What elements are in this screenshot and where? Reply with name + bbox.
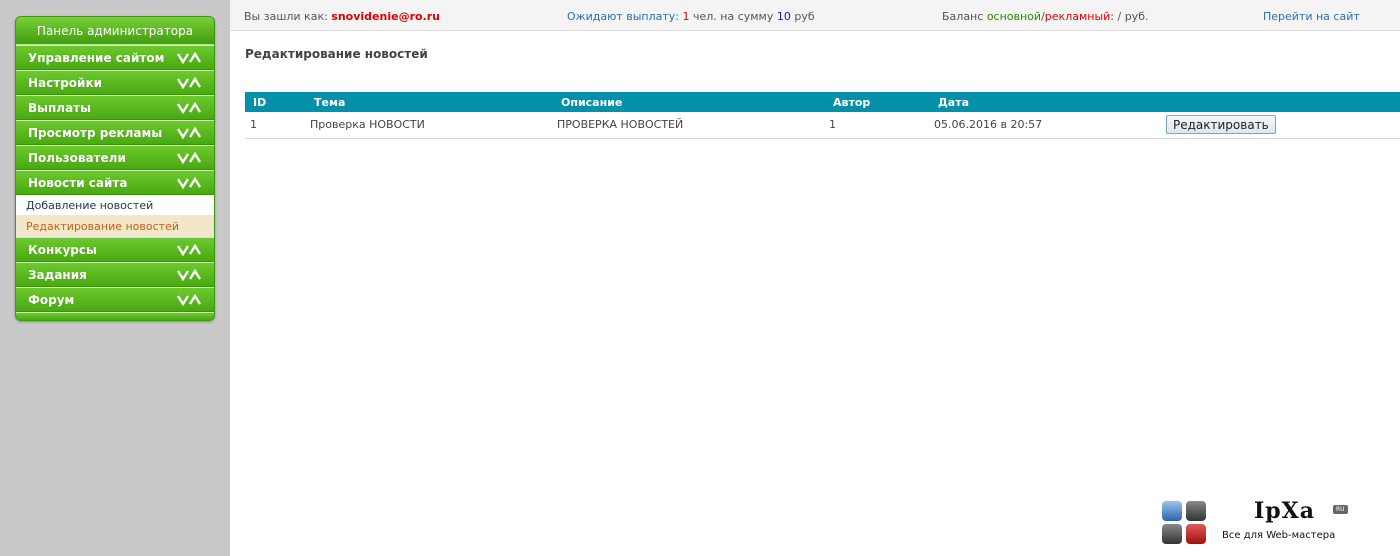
pending-payouts-sum: 10 — [776, 10, 791, 23]
menu-item-label: Управление сайтом — [28, 51, 165, 65]
column-header-topic: Тема — [310, 92, 557, 112]
logged-in-label: Вы зашли как: — [244, 10, 328, 23]
expand-collapse-icon — [177, 171, 201, 195]
ipxa-watermark: IpXa RU Все для Web-мастера — [1160, 498, 1360, 548]
logo-square-icon — [1186, 501, 1206, 521]
cell-description: ПРОВЕРКА НОВОСТЕЙ — [557, 112, 829, 139]
page-title: Редактирование новостей — [245, 47, 428, 61]
top-status-bar: Вы зашли как: snovidenie@ro.ru Ожидают в… — [230, 0, 1400, 31]
cell-topic: Проверка НОВОСТИ — [310, 112, 557, 139]
menu-item-label: Настройки — [28, 76, 103, 90]
menu-item-label: Пользователи — [28, 151, 126, 165]
edit-button[interactable]: Редактировать — [1166, 115, 1276, 135]
cell-id: 1 — [245, 112, 310, 139]
menu-item-forum[interactable]: Форум — [16, 287, 214, 312]
watermark-brand: IpXa — [1254, 498, 1315, 524]
watermark-badge: RU — [1333, 505, 1348, 514]
logo-square-icon — [1162, 524, 1182, 544]
column-header-date: Дата — [934, 92, 1166, 112]
balance-value: / руб. — [1114, 10, 1149, 23]
table-header-row: ID Тема Описание Автор Дата — [245, 92, 1400, 112]
expand-collapse-icon — [177, 288, 201, 312]
news-table: ID Тема Описание Автор Дата 1 Проверка Н… — [245, 92, 1400, 139]
menu-item-payouts[interactable]: Выплаты — [16, 95, 214, 120]
balance-main-label: основной — [986, 10, 1042, 23]
admin-panel-title: Панель администратора — [16, 17, 214, 45]
logo-square-icon — [1162, 501, 1182, 521]
logged-in-user: snovidenie@ro.ru — [331, 10, 440, 23]
go-to-site-link[interactable]: Перейти на сайт — [1263, 10, 1360, 23]
menu-item-users[interactable]: Пользователи — [16, 145, 214, 170]
expand-collapse-icon — [177, 96, 201, 120]
cell-author: 1 — [829, 112, 934, 139]
expand-collapse-icon — [177, 238, 201, 262]
column-header-description: Описание — [557, 92, 829, 112]
submenu-item-edit-news[interactable]: Редактирование новостей — [16, 216, 214, 237]
pending-payouts-count: 1 — [682, 10, 690, 23]
column-header-id: ID — [245, 92, 310, 112]
menu-item-site-management[interactable]: Управление сайтом — [16, 45, 214, 70]
column-header-action — [1166, 92, 1400, 112]
balance-label: Баланс — [942, 10, 984, 23]
watermark-tagline: Все для Web-мастера — [1222, 530, 1336, 541]
menu-item-label: Конкурсы — [28, 243, 97, 257]
expand-collapse-icon — [177, 263, 201, 287]
menu-item-label: Форум — [28, 293, 75, 307]
admin-panel-footer — [16, 312, 214, 320]
pending-payouts-text: чел. на сумму — [692, 10, 774, 23]
menu-item-label: Выплаты — [28, 101, 91, 115]
cell-date: 05.06.2016 в 20:57 — [934, 112, 1166, 139]
menu-item-label: Просмотр рекламы — [28, 126, 163, 140]
menu-item-site-news[interactable]: Новости сайта — [16, 170, 214, 195]
pending-payouts-label: Ожидают выплату: — [567, 10, 679, 23]
news-submenu: Добавление новостей Редактирование новос… — [16, 195, 214, 237]
menu-item-ad-views[interactable]: Просмотр рекламы — [16, 120, 214, 145]
menu-item-tasks[interactable]: Задания — [16, 262, 214, 287]
admin-panel-menu: Панель администратора Управление сайтом … — [15, 16, 215, 321]
menu-item-contests[interactable]: Конкурсы — [16, 237, 214, 262]
pending-payouts-info: Ожидают выплату: 1 чел. на сумму 10 руб — [567, 10, 815, 23]
pending-payouts-currency: руб — [794, 10, 815, 23]
menu-item-settings[interactable]: Настройки — [16, 70, 214, 95]
expand-collapse-icon — [177, 121, 201, 145]
table-row: 1 Проверка НОВОСТИ ПРОВЕРКА НОВОСТЕЙ 1 0… — [245, 112, 1400, 139]
left-sidebar-background: Панель администратора Управление сайтом … — [0, 0, 230, 556]
expand-collapse-icon — [177, 46, 201, 70]
cell-action: Редактировать — [1166, 112, 1400, 139]
logged-in-info: Вы зашли как: snovidenie@ro.ru — [244, 10, 440, 23]
menu-item-label: Новости сайта — [28, 176, 128, 190]
submenu-item-add-news[interactable]: Добавление новостей — [16, 195, 214, 216]
expand-collapse-icon — [177, 71, 201, 95]
menu-item-label: Задания — [28, 268, 87, 282]
balance-ad-label: рекламный: — [1044, 10, 1114, 23]
expand-collapse-icon — [177, 146, 201, 170]
column-header-author: Автор — [829, 92, 934, 112]
logo-square-icon — [1186, 524, 1206, 544]
balance-info: Баланс основной/рекламный: / руб. — [942, 10, 1148, 23]
